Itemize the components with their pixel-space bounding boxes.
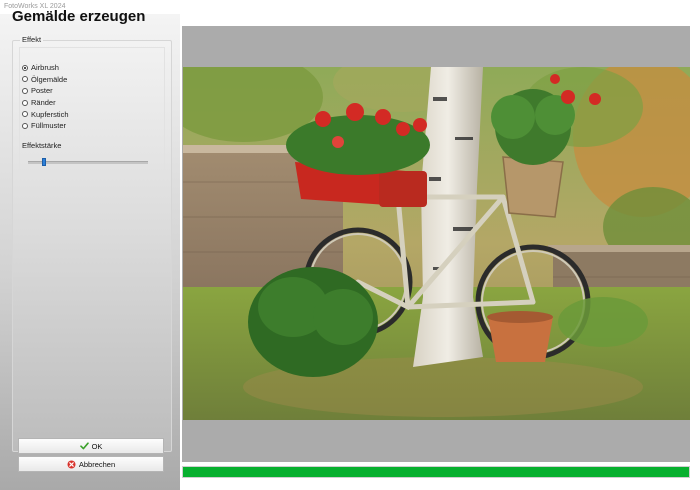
radio-poster[interactable]: Poster [22, 85, 69, 97]
cancel-icon [67, 460, 76, 469]
ok-button-label: OK [91, 441, 103, 451]
radio-button-icon[interactable] [22, 76, 28, 83]
radio-kupferstich[interactable]: Kupferstich [22, 108, 69, 120]
radio-oelgemaelde[interactable]: Ölgemälde [22, 74, 69, 86]
checkmark-icon [79, 442, 89, 450]
cancel-button[interactable]: Abbrechen [18, 456, 164, 472]
slider-track[interactable] [28, 161, 148, 164]
effect-radio-list: Airbrush Ölgemälde Poster Ränder Kupfers… [22, 62, 69, 132]
radio-label: Kupferstich [31, 109, 69, 119]
cancel-button-label: Abbrechen [78, 459, 116, 469]
progress-bar [182, 466, 690, 478]
radio-airbrush[interactable]: Airbrush [22, 62, 69, 74]
effect-strength-label: Effektstärke [22, 141, 62, 150]
radio-button-icon[interactable] [22, 87, 28, 94]
effect-strength-slider[interactable] [28, 156, 148, 168]
radio-label: Ölgemälde [31, 74, 68, 84]
ok-button[interactable]: OK [18, 438, 164, 454]
radio-label: Füllmuster [31, 121, 67, 131]
radio-button-icon[interactable] [22, 99, 28, 106]
preview-image [183, 67, 690, 420]
radio-button-icon[interactable] [22, 111, 28, 118]
radio-fuellmuster[interactable]: Füllmuster [22, 120, 69, 132]
radio-label: Poster [31, 86, 53, 96]
progress-fill [183, 467, 689, 477]
radio-button-icon[interactable] [22, 122, 28, 129]
radio-label: Ränder [31, 98, 56, 108]
slider-thumb[interactable] [41, 158, 46, 166]
dialog-heading: Gemälde erzeugen [12, 8, 146, 25]
radio-button-icon[interactable] [22, 64, 28, 71]
effect-group-label: Effekt [20, 35, 44, 44]
radio-raender[interactable]: Ränder [22, 97, 69, 109]
radio-label: Airbrush [31, 63, 59, 73]
